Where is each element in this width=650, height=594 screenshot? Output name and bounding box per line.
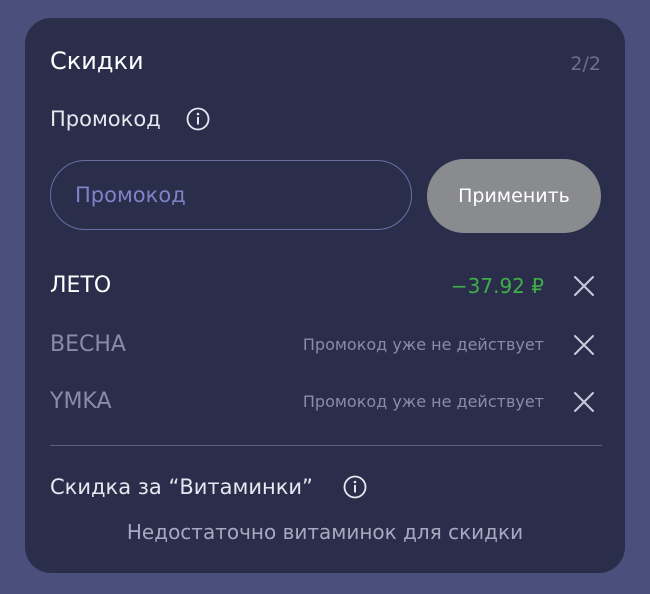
promo-code-name: ЛЕТО xyxy=(50,273,112,298)
promo-code-name: YMKA xyxy=(50,389,112,414)
vitamin-status-message: Недостаточно витаминок для скидки xyxy=(126,520,524,544)
remove-code-close-icon[interactable] xyxy=(572,333,596,357)
vitamin-discount-label: Скидка за “Витаминки” xyxy=(50,475,313,499)
discount-amount: −37.92 ₽ xyxy=(450,274,544,298)
apply-button[interactable]: Применить xyxy=(427,159,601,233)
promo-status-text: Промокод уже не действует xyxy=(302,392,544,411)
promo-status-text: Промокод уже не действует xyxy=(302,335,544,354)
remove-code-close-icon[interactable] xyxy=(572,390,596,414)
promo-info-icon[interactable] xyxy=(186,107,210,131)
promo-label: Промокод xyxy=(50,107,161,131)
promo-code-row: ЛЕТО −37.92 ₽ xyxy=(50,266,602,306)
promo-code-row: YMKA Промокод уже не действует xyxy=(50,382,602,422)
section-divider xyxy=(50,445,602,446)
vitamin-info-icon[interactable] xyxy=(343,475,367,499)
discounts-card: Скидки 2/2 Промокод Применить ЛЕТО −37.9… xyxy=(25,18,625,573)
promo-code-name: ВЕСНА xyxy=(50,332,126,357)
step-counter: 2/2 xyxy=(570,53,601,75)
remove-code-close-icon[interactable] xyxy=(572,274,596,298)
promo-input[interactable] xyxy=(50,160,412,230)
card-title: Скидки xyxy=(50,47,144,75)
promo-code-row: ВЕСНА Промокод уже не действует xyxy=(50,325,602,365)
